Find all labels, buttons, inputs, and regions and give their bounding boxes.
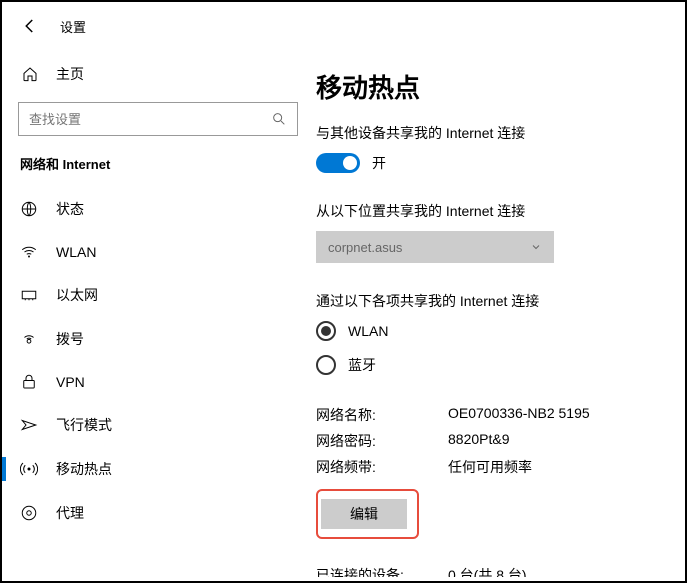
connected-key: 已连接的设备:	[316, 565, 448, 577]
radio-icon	[316, 321, 336, 341]
connected-value: 0 台(共 8 台)	[448, 565, 527, 577]
sidebar: 主页 网络和 Internet 状态 WLAN 以太网 拨号	[2, 46, 314, 577]
net-pass-key: 网络密码:	[316, 431, 448, 451]
globe-icon	[20, 200, 38, 218]
sidebar-item-label: WLAN	[56, 244, 96, 260]
sidebar-item-proxy[interactable]: 代理	[2, 491, 314, 535]
search-icon	[271, 111, 287, 127]
sidebar-item-label: 移动热点	[56, 459, 112, 479]
share-from-value: corpnet.asus	[328, 240, 402, 255]
sidebar-home[interactable]: 主页	[2, 64, 314, 102]
sidebar-item-label: 飞行模式	[56, 415, 112, 435]
vpn-icon	[20, 373, 38, 391]
radio-icon	[316, 355, 336, 375]
chevron-down-icon	[530, 241, 542, 253]
sidebar-item-label: 以太网	[56, 285, 98, 305]
sidebar-item-status[interactable]: 状态	[2, 187, 314, 231]
sidebar-item-ethernet[interactable]: 以太网	[2, 273, 314, 317]
search-input-box[interactable]	[18, 102, 298, 136]
radio-wlan[interactable]: WLAN	[316, 321, 675, 341]
sidebar-item-hotspot[interactable]: 移动热点	[2, 447, 314, 491]
wifi-icon	[20, 243, 38, 261]
radio-bt-label: 蓝牙	[348, 355, 376, 375]
sidebar-item-label: 拨号	[56, 329, 84, 349]
sidebar-item-label: 状态	[56, 199, 84, 219]
net-name-key: 网络名称:	[316, 405, 448, 425]
sidebar-home-label: 主页	[56, 64, 84, 84]
sidebar-item-label: 代理	[56, 503, 84, 523]
airplane-icon	[20, 416, 38, 434]
ethernet-icon	[20, 286, 38, 304]
dialup-icon	[20, 330, 38, 348]
toggle-state-label: 开	[372, 153, 386, 173]
share-from-select[interactable]: corpnet.asus	[316, 231, 554, 263]
net-pass-value: 8820Pt&9	[448, 431, 510, 451]
home-icon	[22, 66, 38, 82]
sidebar-item-dialup[interactable]: 拨号	[2, 317, 314, 361]
radio-bluetooth[interactable]: 蓝牙	[316, 355, 675, 375]
window-title: 设置	[60, 17, 86, 36]
hotspot-toggle[interactable]	[316, 153, 360, 173]
sidebar-item-label: VPN	[56, 374, 85, 390]
sidebar-item-vpn[interactable]: VPN	[2, 361, 314, 403]
proxy-icon	[20, 504, 38, 522]
share-label: 与其他设备共享我的 Internet 连接	[316, 123, 675, 143]
sidebar-item-wlan[interactable]: WLAN	[2, 231, 314, 273]
arrow-left-icon	[21, 17, 39, 35]
share-via-label: 通过以下各项共享我的 Internet 连接	[316, 291, 675, 311]
net-band-value: 任何可用频率	[448, 457, 532, 477]
hotspot-icon	[20, 460, 38, 478]
net-name-value: OE0700336-NB2 5195	[448, 405, 590, 425]
share-from-label: 从以下位置共享我的 Internet 连接	[316, 201, 675, 221]
main-content: 移动热点 与其他设备共享我的 Internet 连接 开 从以下位置共享我的 I…	[314, 46, 685, 577]
back-button[interactable]	[20, 16, 40, 36]
search-input[interactable]	[29, 112, 271, 127]
sidebar-nav: 状态 WLAN 以太网 拨号 VPN 飞行模式	[2, 187, 314, 535]
edit-highlight: 编辑	[316, 489, 419, 539]
sidebar-section-title: 网络和 Internet	[2, 154, 314, 187]
radio-wlan-label: WLAN	[348, 323, 388, 339]
net-band-key: 网络频带:	[316, 457, 448, 477]
sidebar-item-airplane[interactable]: 飞行模式	[2, 403, 314, 447]
page-title: 移动热点	[316, 68, 675, 105]
edit-button[interactable]: 编辑	[321, 499, 407, 529]
